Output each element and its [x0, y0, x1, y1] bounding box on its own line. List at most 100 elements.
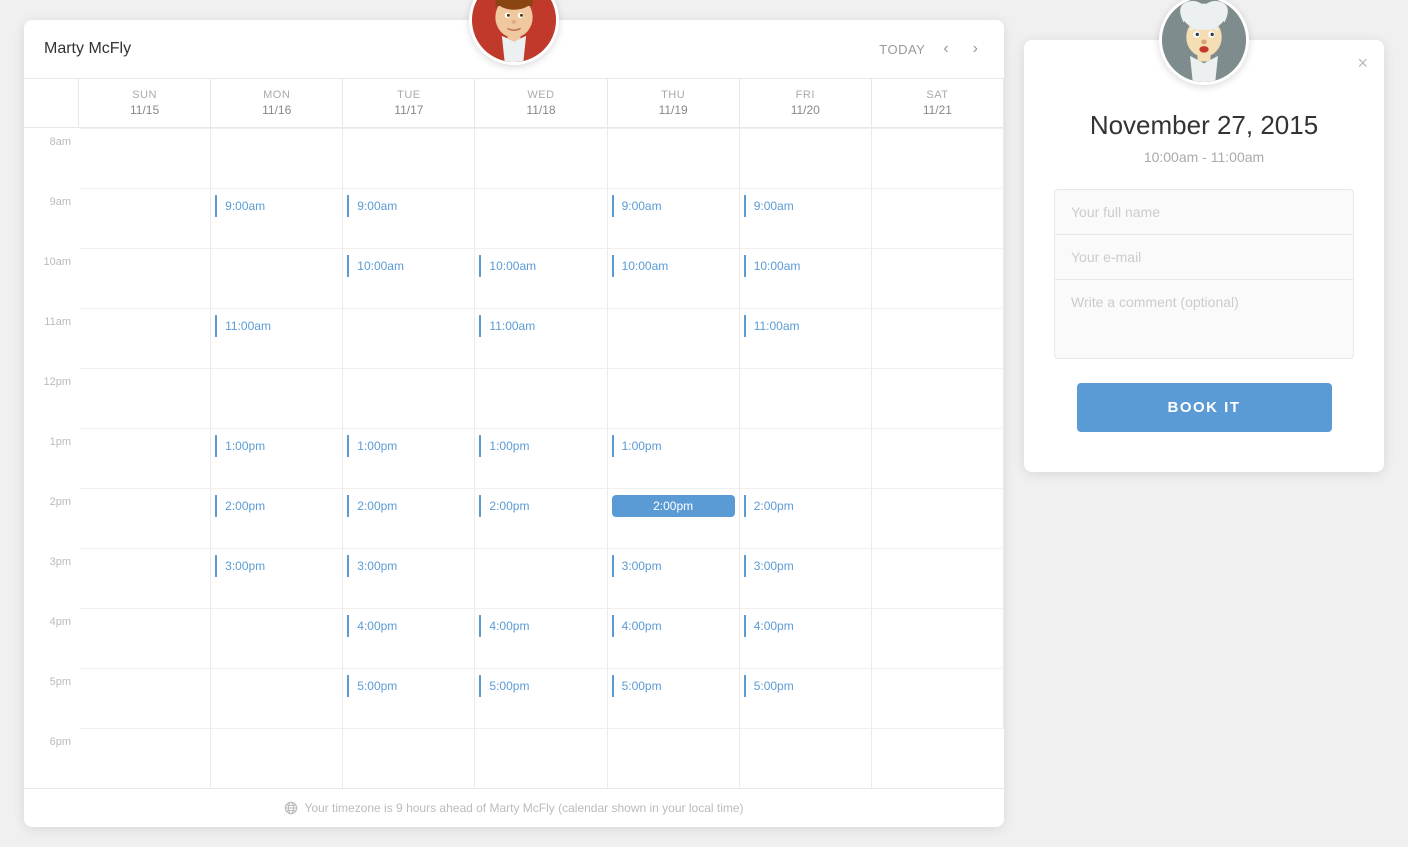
comment-textarea[interactable]	[1054, 279, 1354, 359]
slot-3pm-day4[interactable]: 3:00pm	[612, 555, 670, 577]
time-cell-10am-day4: 10:00am	[608, 248, 740, 308]
time-cell-9am-day2: 9:00am	[343, 188, 475, 248]
close-button[interactable]: ×	[1357, 54, 1368, 72]
slot-11am-day3[interactable]: 11:00am	[479, 315, 543, 337]
slot-10am-day5[interactable]: 10:00am	[744, 255, 809, 277]
slot-9am-day2[interactable]: 9:00am	[347, 195, 405, 217]
slot-1pm-day4[interactable]: 1:00pm	[612, 435, 670, 457]
time-cell-4pm-day0	[79, 608, 211, 668]
time-cell-8am-day6	[872, 128, 1004, 188]
time-cell-6pm-day5	[740, 728, 872, 788]
time-cell-8am-day0	[79, 128, 211, 188]
time-cell-9am-day3	[475, 188, 607, 248]
slot-3pm-day1[interactable]: 3:00pm	[215, 555, 273, 577]
time-cell-2pm-day0	[79, 488, 211, 548]
slot-4pm-day3[interactable]: 4:00pm	[479, 615, 537, 637]
time-cell-9am-day6	[872, 188, 1004, 248]
full-name-input[interactable]	[1054, 189, 1354, 234]
globe-icon	[284, 801, 298, 815]
time-cell-9am-day1: 9:00am	[211, 188, 343, 248]
header-day-6: SAT11/21	[872, 79, 1004, 128]
time-cell-11am-day1: 11:00am	[211, 308, 343, 368]
slot-11am-day1[interactable]: 11:00am	[215, 315, 279, 337]
time-cell-12pm-day3	[475, 368, 607, 428]
time-label-4pm: 4pm	[24, 608, 79, 668]
time-cell-8am-day4	[608, 128, 740, 188]
time-cell-8am-day1	[211, 128, 343, 188]
slot-2pm-day5[interactable]: 2:00pm	[744, 495, 802, 517]
slot-2pm-day1[interactable]: 2:00pm	[215, 495, 273, 517]
slot-3pm-day2[interactable]: 3:00pm	[347, 555, 405, 577]
time-cell-6pm-day3	[475, 728, 607, 788]
slot-4pm-day2[interactable]: 4:00pm	[347, 615, 405, 637]
calendar-panel: Marty McFly TODAY ‹ › SUN11/15MON11/16TU…	[24, 20, 1004, 827]
slot-2pm-day2[interactable]: 2:00pm	[347, 495, 405, 517]
time-label-12pm: 12pm	[24, 368, 79, 428]
time-cell-6pm-day2	[343, 728, 475, 788]
time-label-5pm: 5pm	[24, 668, 79, 728]
time-cell-10am-day3: 10:00am	[475, 248, 607, 308]
slot-4pm-day4[interactable]: 4:00pm	[612, 615, 670, 637]
time-header-spacer	[24, 79, 79, 128]
time-cell-6pm-day4	[608, 728, 740, 788]
time-cell-10am-day6	[872, 248, 1004, 308]
slot-1pm-day2[interactable]: 1:00pm	[347, 435, 405, 457]
time-cell-11am-day6	[872, 308, 1004, 368]
time-cell-3pm-day0	[79, 548, 211, 608]
booking-form	[1054, 189, 1354, 359]
time-label-10am: 10am	[24, 248, 79, 308]
email-input[interactable]	[1054, 234, 1354, 279]
slot-1pm-day1[interactable]: 1:00pm	[215, 435, 273, 457]
time-cell-8am-day3	[475, 128, 607, 188]
time-cell-12pm-day0	[79, 368, 211, 428]
header-day-4: THU11/19	[608, 79, 740, 128]
slot-4pm-day5[interactable]: 4:00pm	[744, 615, 802, 637]
time-label-11am: 11am	[24, 308, 79, 368]
slot-2pm-day4[interactable]: 2:00pm	[612, 495, 735, 517]
slot-3pm-day5[interactable]: 3:00pm	[744, 555, 802, 577]
time-label-1pm: 1pm	[24, 428, 79, 488]
header-day-3: WED11/18	[475, 79, 607, 128]
slot-2pm-day3[interactable]: 2:00pm	[479, 495, 537, 517]
time-cell-1pm-day3: 1:00pm	[475, 428, 607, 488]
time-cell-2pm-day5: 2:00pm	[740, 488, 872, 548]
time-cell-1pm-day2: 1:00pm	[343, 428, 475, 488]
footer-text: Your timezone is 9 hours ahead of Marty …	[304, 801, 743, 815]
time-cell-12pm-day4	[608, 368, 740, 428]
slot-1pm-day3[interactable]: 1:00pm	[479, 435, 537, 457]
book-it-button[interactable]: BOOK IT	[1077, 383, 1332, 432]
slot-10am-day2[interactable]: 10:00am	[347, 255, 412, 277]
slot-9am-day1[interactable]: 9:00am	[215, 195, 273, 217]
calendar-grid: SUN11/15MON11/16TUE11/17WED11/18THU11/19…	[24, 79, 1004, 788]
time-cell-2pm-day1: 2:00pm	[211, 488, 343, 548]
prev-arrow-button[interactable]: ‹	[937, 36, 954, 62]
time-cell-3pm-day5: 3:00pm	[740, 548, 872, 608]
time-cell-10am-day2: 10:00am	[343, 248, 475, 308]
slot-5pm-day5[interactable]: 5:00pm	[744, 675, 802, 697]
slot-9am-day5[interactable]: 9:00am	[744, 195, 802, 217]
time-cell-9am-day0	[79, 188, 211, 248]
slot-11am-day5[interactable]: 11:00am	[744, 315, 808, 337]
slot-5pm-day3[interactable]: 5:00pm	[479, 675, 537, 697]
header-day-5: FRI11/20	[740, 79, 872, 128]
time-cell-8am-day5	[740, 128, 872, 188]
next-arrow-button[interactable]: ›	[967, 36, 984, 62]
header-day-2: TUE11/17	[343, 79, 475, 128]
booking-time: 10:00am - 11:00am	[1054, 149, 1354, 165]
time-cell-5pm-day5: 5:00pm	[740, 668, 872, 728]
booking-panel: × November 27, 2015 10:00am - 11:00am BO…	[1024, 40, 1384, 472]
time-label-2pm: 2pm	[24, 488, 79, 548]
time-cell-11am-day0	[79, 308, 211, 368]
time-cell-2pm-day3: 2:00pm	[475, 488, 607, 548]
slot-9am-day4[interactable]: 9:00am	[612, 195, 670, 217]
slot-10am-day3[interactable]: 10:00am	[479, 255, 544, 277]
time-cell-12pm-day5	[740, 368, 872, 428]
slot-10am-day4[interactable]: 10:00am	[612, 255, 677, 277]
time-cell-9am-day5: 9:00am	[740, 188, 872, 248]
today-button[interactable]: TODAY	[879, 42, 925, 57]
time-cell-6pm-day6	[872, 728, 1004, 788]
time-cell-11am-day2	[343, 308, 475, 368]
slot-5pm-day2[interactable]: 5:00pm	[347, 675, 405, 697]
time-cell-5pm-day3: 5:00pm	[475, 668, 607, 728]
slot-5pm-day4[interactable]: 5:00pm	[612, 675, 670, 697]
